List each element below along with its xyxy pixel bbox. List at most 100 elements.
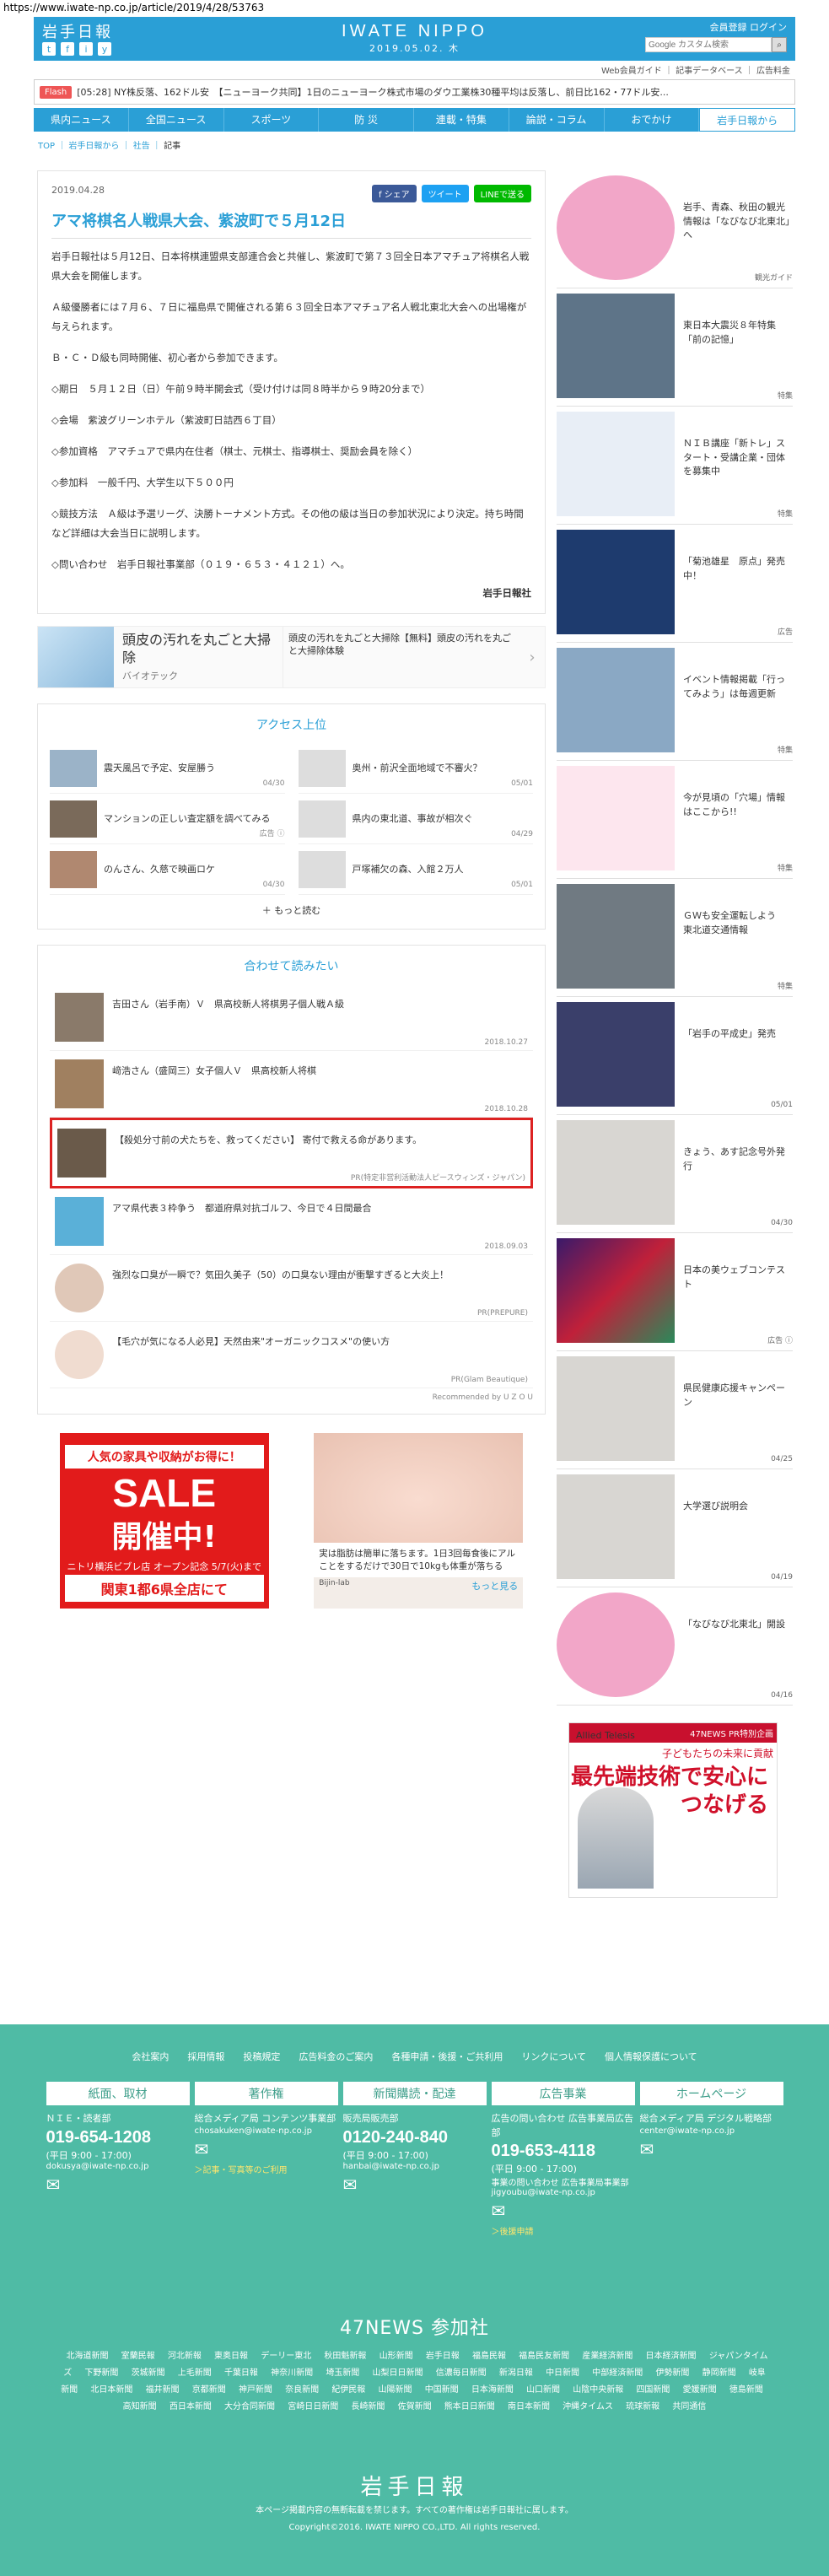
footer-link-ad-rates[interactable]: 広告料金のご案内 [299,2050,373,2063]
nav-item-outing[interactable]: おでかけ [605,108,700,132]
nav-item-from-nippo[interactable]: 岩手日報から [699,108,795,132]
partner-link[interactable]: 山陽新聞 [379,2385,412,2395]
partner-link[interactable]: 琉球新報 [626,2402,659,2412]
partner-link[interactable]: 東奥日報 [214,2352,248,2361]
recommend-item[interactable]: 﨑浩さん（盛岡三）女子個人Ｖ 県高校新人将棋 2018.10.28 [50,1051,533,1118]
partner-link[interactable]: 奈良新聞 [285,2385,319,2395]
ad-open-text[interactable]: 開催中! [60,1512,269,1556]
sidebar-item[interactable]: 東日本大震災８年特集「前の記憶」 特集 [557,288,793,407]
ranking-item[interactable]: 震天風呂で予定、安屋勝う 04/30 [50,743,285,794]
youtube-icon[interactable]: y [98,42,111,56]
ranking-item[interactable]: 奥州・前沢全面地域で不審火？ 05/01 [298,743,533,794]
footer-link-company[interactable]: 会社案内 [132,2050,169,2063]
sidebar-item[interactable]: 県民健康応援キャンペーン 04/25 [557,1351,793,1469]
ad-sale-text[interactable]: SALE [60,1474,269,1512]
sidebar-item-title[interactable]: 東日本大震災８年特集「前の記憶」 [683,294,793,401]
ranking-item[interactable]: マンションの正しい査定額を調べてみる 広告 ⓘ [50,794,285,844]
partner-link[interactable]: 沖縄タイムス [563,2402,613,2412]
member-links[interactable]: 会員登録 ログイン [645,20,788,34]
ad-image[interactable] [38,627,114,687]
breadcrumb-top[interactable]: TOP [38,142,55,151]
ad-description[interactable]: 頭皮の汚れを丸ごと大掃除【無料】頭皮の汚れを丸ごと大掃除体験 [283,627,519,687]
mail-icon[interactable]: ✉ [343,2175,487,2195]
partner-link[interactable]: 産業経済新聞 [582,2352,633,2361]
sidebar-thumbnail[interactable] [557,1474,675,1579]
partner-link[interactable]: 岩手日報 [426,2352,460,2361]
flash-text[interactable]: [05:28] NY株反落、162ドル安 【ニューヨーク共同】1日のニューヨーク… [77,85,669,99]
recommend-thumbnail[interactable] [55,1059,104,1108]
ranking-item-title[interactable]: マンションの正しい査定額を調べてみる [104,812,271,825]
ranking-item[interactable]: 県内の東北道、事故が相次ぐ 04/29 [298,794,533,844]
sidebar-item[interactable]: 「なびなび北東北」開設 04/16 [557,1587,793,1706]
sidebar-item[interactable]: 岩手、青森、秋田の観光情報は「なびなび北東北」へ 観光ガイド [557,170,793,288]
sidebar-item[interactable]: ＧＷも安全運転しよう 東北道交通情報 特集 [557,879,793,997]
contact-phone[interactable]: 0120-240-840 [343,2126,487,2148]
sidebar-item-title[interactable]: イベント情報掲載「行ってみよう」は毎週更新 [683,648,793,755]
sidebar-item-title[interactable]: 県民健康応援キャンペーン [683,1356,793,1463]
sidebar-item-title[interactable]: 「菊池雄星 原点」発売中！ [683,530,793,637]
site-logo[interactable]: 岩手日報 [42,20,113,42]
recommend-item-title[interactable]: 﨑浩さん（盛岡三）女子個人Ｖ 県高校新人将棋 [112,1059,316,1079]
partner-link[interactable]: 福井新聞 [146,2385,180,2395]
partner-link[interactable]: 室蘭民報 [121,2352,155,2361]
sidebar-item-title[interactable]: 日本の美ウェブコンテスト [683,1238,793,1345]
partner-link[interactable]: 秋田魁新報 [324,2352,366,2361]
recommend-item[interactable]: アマ県代表３枠争う 都道府県対抗ゴルフ、今日で４日間最合 2018.09.03 [50,1188,533,1255]
contact-email[interactable]: hanbai@iwate-np.co.jp [343,2162,487,2171]
recommend-thumbnail[interactable] [55,993,104,1042]
recommend-powered-by[interactable]: Recommended by U Z O U [50,1393,533,1402]
partner-link[interactable]: 佐賀新聞 [398,2402,432,2412]
partner-link[interactable]: 茨城新聞 [132,2369,165,2378]
partner-link[interactable]: 上毛新聞 [178,2369,212,2378]
recommend-thumbnail[interactable] [55,1264,104,1312]
partner-link[interactable]: デーリー東北 [261,2352,311,2361]
footer-link-recruit[interactable]: 採用情報 [187,2050,224,2063]
partner-link[interactable]: 共同通信 [672,2402,706,2412]
ad-title[interactable]: 頭皮の汚れを丸ごと大掃除 [122,632,271,666]
mail-icon[interactable]: ✉ [195,2139,338,2159]
instagram-icon[interactable]: i [79,42,93,56]
partner-link[interactable]: 信濃毎日新聞 [436,2369,487,2378]
sidebar-item-title[interactable]: 岩手、青森、秋田の観光情報は「なびなび北東北」へ [683,175,793,283]
partner-link[interactable]: 福島民報 [472,2352,506,2361]
recommend-thumbnail[interactable] [55,1330,104,1379]
sidebar-thumbnail[interactable] [557,530,675,634]
sidebar-item[interactable]: きょう、あす記念号外発行 04/30 [557,1115,793,1233]
partner-link[interactable]: 山口新聞 [526,2385,560,2395]
contact-email[interactable]: chosakuken@iwate-np.co.jp [195,2126,338,2136]
partner-link[interactable]: 北日本新聞 [90,2385,132,2395]
partner-link[interactable]: 下野新聞 [84,2369,118,2378]
nav-item-sports[interactable]: スポーツ [224,108,320,132]
partner-link[interactable]: 中部経済新聞 [592,2369,643,2378]
sidebar-thumbnail[interactable] [557,1238,675,1343]
partner-link[interactable]: 南日本新聞 [508,2402,550,2412]
recommend-item-highlighted[interactable]: 【殺処分寸前の犬たちを、救ってください】 寄付で救える命があります。 PR(特定非… [50,1118,533,1188]
sidebar-item[interactable]: 今が見頃の「穴場」情報はここから!! 特集 [557,761,793,879]
more-button[interactable]: ＋ もっと読む [50,903,533,917]
sidebar-item[interactable]: イベント情報掲載「行ってみよう」は毎週更新 特集 [557,643,793,761]
ranking-thumbnail[interactable] [298,850,346,888]
line-share-button[interactable]: LINEで送る [473,185,531,202]
recommend-item[interactable]: 【毛穴が気になる人必見】天然由来"オーガニックコスメ"の使い方 PR(Glam B… [50,1322,533,1388]
allied-telesis-ad[interactable]: 47NEWS PR特別企画 子どもたちの未来に貢献 最先端技術で安心につなげる … [568,1722,778,1898]
recommend-thumbnail[interactable] [55,1197,104,1246]
partner-link[interactable]: 日本経済新聞 [646,2352,697,2361]
search-icon[interactable]: ⌕ [772,37,787,52]
ad-text[interactable]: 実は脂肪は簡単に落ちます。1日3回毎食後にアルことをするだけで30日で10kgも… [314,1543,524,1578]
recommend-item-title[interactable]: 【毛穴が気になる人必見】天然由来"オーガニックコスメ"の使い方 [112,1330,390,1350]
breadcrumb-notice[interactable]: 社告 [133,142,150,151]
partner-link[interactable]: 埼玉新聞 [326,2369,359,2378]
contact-link[interactable]: ＞記事・写真等のご利用 [195,2163,338,2175]
partner-link[interactable]: 長崎新聞 [351,2402,385,2412]
sidebar-thumbnail[interactable] [557,648,675,752]
sidebar-thumbnail[interactable] [557,1120,675,1225]
address-bar[interactable]: https://www.iwate-np.co.jp/article/2019/… [0,0,829,17]
recommend-item-title[interactable]: 吉田さん（岩手南）Ｖ 県高校新人将棋男子個人戦Ａ級 [112,993,344,1012]
sidebar-thumbnail[interactable] [557,1002,675,1107]
partner-link[interactable]: 愛媛新聞 [683,2385,717,2395]
mail-icon[interactable]: ✉ [640,2139,783,2159]
sidebar-thumbnail[interactable] [557,175,675,280]
tweet-button[interactable]: ツイート [421,185,469,202]
sidebar-item[interactable]: 大学選び説明会 04/19 [557,1469,793,1587]
ad-footer-text[interactable]: 関東1都6県全店にて [64,1575,264,1602]
